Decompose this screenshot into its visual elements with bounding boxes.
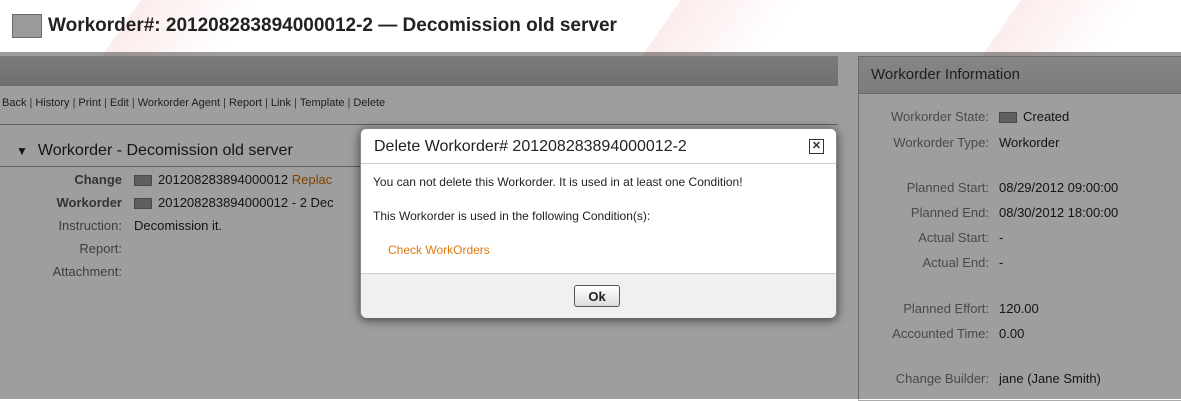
- condition-link[interactable]: Check WorkOrders: [388, 243, 490, 257]
- delete-workorder-dialog: Delete Workorder# 201208283894000012-2 ✕…: [360, 128, 837, 318]
- ok-button[interactable]: Ok: [574, 285, 620, 307]
- dialog-message-error: You can not delete this Workorder. It is…: [373, 175, 743, 189]
- page-title: Workorder#: 201208283894000012-2 — Decom…: [48, 15, 617, 36]
- dialog-message-conditions: This Workorder is used in the following …: [373, 209, 651, 223]
- page-title-bar: Workorder#: 201208283894000012-2 — Decom…: [0, 0, 1181, 48]
- workorder-icon: [12, 14, 42, 38]
- dialog-footer: Ok: [361, 273, 836, 318]
- close-icon[interactable]: ✕: [809, 139, 824, 154]
- dialog-title: Delete Workorder# 201208283894000012-2: [374, 138, 687, 155]
- dialog-header: Delete Workorder# 201208283894000012-2 ✕: [361, 129, 836, 164]
